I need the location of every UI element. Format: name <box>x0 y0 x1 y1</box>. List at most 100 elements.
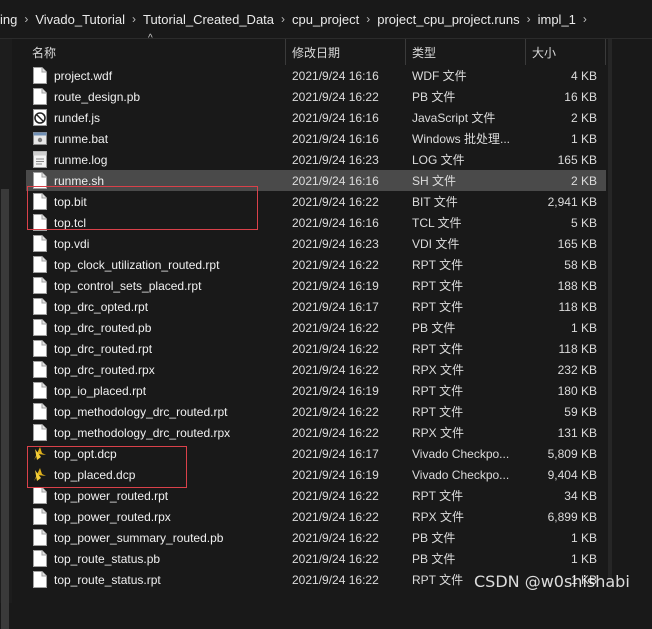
file-type: RPT 文件 <box>412 258 464 272</box>
file-type: Vivado Checkpo... <box>412 467 510 482</box>
file-date: 2021/9/24 16:23 <box>292 152 379 167</box>
file-date: 2021/9/24 16:17 <box>292 446 379 461</box>
file-type: RPT 文件 <box>412 384 464 398</box>
column-header-size[interactable]: 大小 <box>526 39 606 65</box>
breadcrumb-item[interactable]: Tutorial_Created_Data › <box>143 12 292 27</box>
watermark: CSDN @w0shishabi <box>474 572 630 591</box>
file-size: 9,404 KB <box>547 467 597 482</box>
vertical-scrollbar[interactable] <box>608 39 612 579</box>
file-name: top_clock_utilization_routed.rpt <box>54 257 220 272</box>
file-date: 2021/9/24 16:19 <box>292 278 379 293</box>
file-row[interactable]: runme.bat 2021/9/24 16:16 Windows 批处理... 1 … <box>26 128 606 149</box>
file-icon <box>33 361 47 378</box>
file-date: 2021/9/24 16:22 <box>292 488 379 503</box>
file-type: JavaScript 文件 <box>412 111 496 125</box>
file-icon <box>33 508 47 525</box>
breadcrumb: ing › Vivado_Tutorial › Tutorial_Created_Dat… <box>0 0 652 39</box>
file-type: RPT 文件 <box>412 405 464 419</box>
file-icon <box>33 67 47 84</box>
file-name: runme.log <box>54 152 108 167</box>
file-name-cell: top_power_routed.rpt <box>26 487 286 504</box>
file-size: 232 KB <box>557 362 597 377</box>
file-row[interactable]: top_drc_routed.pb 2021/9/24 16:22 PB 文件 1 K… <box>26 317 606 338</box>
file-type: RPT 文件 <box>412 300 464 314</box>
file-type: RPX 文件 <box>412 426 465 440</box>
file-name: top_drc_routed.rpt <box>54 341 153 356</box>
column-header-size-label: 大小 <box>532 45 557 60</box>
file-size: 1 KB <box>570 131 597 146</box>
file-row[interactable]: top_methodology_drc_routed.rpx 2021/9/24 … <box>26 422 606 443</box>
breadcrumb-item[interactable]: cpu_project › <box>292 12 377 27</box>
file-row[interactable]: runme.log 2021/9/24 16:23 LOG 文件 165 KB <box>26 149 606 170</box>
breadcrumb-label: ing <box>0 11 18 27</box>
chevron-right-icon[interactable]: › <box>366 12 370 26</box>
file-name-cell: top_route_status.rpt <box>26 571 286 588</box>
file-date: 2021/9/24 16:22 <box>292 320 379 335</box>
file-row[interactable]: project.wdf 2021/9/24 16:16 WDF 文件 4 KB <box>26 65 606 86</box>
file-name-cell: top_io_placed.rpt <box>26 382 286 399</box>
file-name-cell: top.vdi <box>26 235 286 252</box>
breadcrumb-item[interactable]: ing › <box>0 12 35 27</box>
file-row[interactable]: top_power_routed.rpt 2021/9/24 16:22 RPT 文… <box>26 485 606 506</box>
file-date: 2021/9/24 16:22 <box>292 194 379 209</box>
file-date: 2021/9/24 16:22 <box>292 530 379 545</box>
file-size: 5 KB <box>570 215 597 230</box>
file-size: 4 KB <box>570 68 597 83</box>
file-type: PB 文件 <box>412 552 456 566</box>
column-header-type[interactable]: 类型 <box>406 39 526 65</box>
file-row[interactable]: top_drc_routed.rpt 2021/9/24 16:22 RPT 文件 1… <box>26 338 606 359</box>
file-type: RPX 文件 <box>412 363 465 377</box>
file-name: runme.bat <box>54 131 109 146</box>
file-name-cell: top_drc_opted.rpt <box>26 298 286 315</box>
file-size: 59 KB <box>564 404 597 419</box>
file-date: 2021/9/24 16:16 <box>292 173 379 188</box>
file-row[interactable]: top_clock_utilization_routed.rpt 2021/9/2… <box>26 254 606 275</box>
file-row[interactable]: top_power_summary_routed.pb 2021/9/24 16:… <box>26 527 606 548</box>
chevron-right-icon[interactable]: › <box>281 12 285 26</box>
file-size: 2 KB <box>570 110 597 125</box>
file-size: 118 KB <box>558 299 597 314</box>
batch-file-icon <box>33 130 47 147</box>
file-name-cell: top_methodology_drc_routed.rpx <box>26 424 286 441</box>
breadcrumb-item[interactable]: impl_1 › <box>538 12 594 27</box>
file-row[interactable]: top_control_sets_placed.rpt 2021/9/24 16:… <box>26 275 606 296</box>
file-row[interactable]: top_route_status.pb 2021/9/24 16:22 PB 文件 1… <box>26 548 606 569</box>
file-date: 2021/9/24 16:22 <box>292 572 379 587</box>
file-row[interactable]: top_drc_routed.rpx 2021/9/24 16:22 RPX 文件 2… <box>26 359 606 380</box>
file-date: 2021/9/24 16:22 <box>292 404 379 419</box>
file-name-cell: rundef.js <box>26 109 286 126</box>
column-header-name[interactable]: ^ 名称 <box>26 33 286 65</box>
column-header-date-label: 修改日期 <box>292 45 341 60</box>
file-name: rundef.js <box>54 110 101 125</box>
file-row[interactable]: top_power_routed.rpx 2021/9/24 16:22 RPX 文… <box>26 506 606 527</box>
file-size: 1 KB <box>570 551 597 566</box>
column-header-date[interactable]: 修改日期 <box>286 39 406 65</box>
file-size: 165 KB <box>557 152 597 167</box>
file-name: top_methodology_drc_routed.rpx <box>54 425 231 440</box>
breadcrumb-label: impl_1 <box>537 11 576 27</box>
file-type: RPT 文件 <box>412 279 464 293</box>
breadcrumb-item[interactable]: project_cpu_project.runs › <box>377 12 537 27</box>
file-row[interactable]: top_drc_opted.rpt 2021/9/24 16:17 RPT 文件 11… <box>26 296 606 317</box>
chevron-right-icon[interactable]: › <box>132 12 136 26</box>
file-row[interactable]: top_methodology_drc_routed.rpt 2021/9/24 … <box>26 401 606 422</box>
file-icon <box>33 88 47 105</box>
file-row[interactable]: rundef.js 2021/9/24 16:16 JavaScript 文件 2 K… <box>26 107 606 128</box>
file-row[interactable]: top.vdi 2021/9/24 16:23 VDI 文件 165 KB <box>26 233 606 254</box>
file-size: 2 KB <box>570 173 597 188</box>
chevron-right-icon[interactable]: › <box>583 12 587 26</box>
file-icon <box>33 550 47 567</box>
navigation-scrollbar[interactable] <box>1 189 9 629</box>
highlight-box-dcp <box>27 446 187 488</box>
file-size: 1 KB <box>570 530 597 545</box>
file-list: project.wdf 2021/9/24 16:16 WDF 文件 4 KB rout… <box>26 65 606 590</box>
file-size: 2,941 KB <box>547 194 597 209</box>
chevron-right-icon[interactable]: › <box>527 12 531 26</box>
file-row[interactable]: top_io_placed.rpt 2021/9/24 16:19 RPT 文件 18… <box>26 380 606 401</box>
file-type: PB 文件 <box>412 90 456 104</box>
file-date: 2021/9/24 16:16 <box>292 215 379 230</box>
breadcrumb-item[interactable]: Vivado_Tutorial › <box>35 12 143 27</box>
file-row[interactable]: route_design.pb 2021/9/24 16:22 PB 文件 16 KB <box>26 86 606 107</box>
chevron-right-icon[interactable]: › <box>24 12 28 26</box>
file-date: 2021/9/24 16:19 <box>292 383 379 398</box>
